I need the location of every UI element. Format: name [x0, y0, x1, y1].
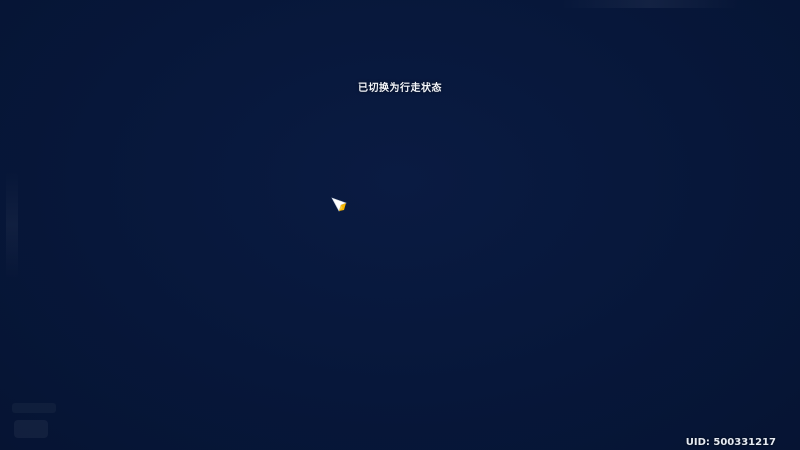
hud-faded-left: [6, 170, 18, 280]
uid-label: UID: 500331217: [685, 437, 776, 448]
status-notification: 已切换为行走状态: [358, 83, 442, 94]
player-arrow-icon: [330, 196, 348, 214]
game-screen: 已切换为行走状态 UID: 500331217: [0, 0, 800, 450]
hud-faded-bottom-label: [12, 403, 56, 413]
hud-faded-bottom-button: [14, 420, 48, 438]
hud-faded-top: [560, 0, 740, 8]
